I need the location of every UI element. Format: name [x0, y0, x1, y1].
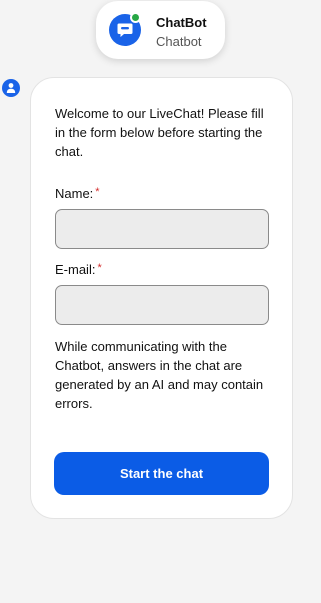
ai-disclaimer-text: While communicating with the Chatbot, an…: [55, 339, 264, 411]
start-chat-button[interactable]: Start the chat: [54, 452, 269, 495]
email-label-text: E-mail:: [55, 262, 96, 277]
name-label: Name: *: [55, 186, 100, 201]
email-label: E-mail: *: [55, 262, 102, 277]
name-label-text: Name:: [55, 186, 94, 201]
name-input[interactable]: [55, 209, 269, 249]
online-status-dot: [130, 12, 141, 23]
chatbot-name: ChatBot: [156, 15, 207, 30]
prechat-form-card: Welcome to our LiveChat! Please fill in …: [30, 77, 293, 519]
form-intro-text: Welcome to our LiveChat! Please fill in …: [55, 106, 264, 159]
name-required-asterisk: *: [95, 186, 100, 198]
chatbot-header-chip: ChatBot Chatbot: [96, 1, 225, 59]
email-input[interactable]: [55, 285, 269, 325]
chat-bubble-icon: [117, 23, 133, 37]
user-icon: [6, 83, 16, 93]
user-avatar: [2, 79, 20, 97]
chatbot-subtitle: Chatbot: [156, 34, 202, 49]
email-required-asterisk: *: [97, 262, 102, 274]
